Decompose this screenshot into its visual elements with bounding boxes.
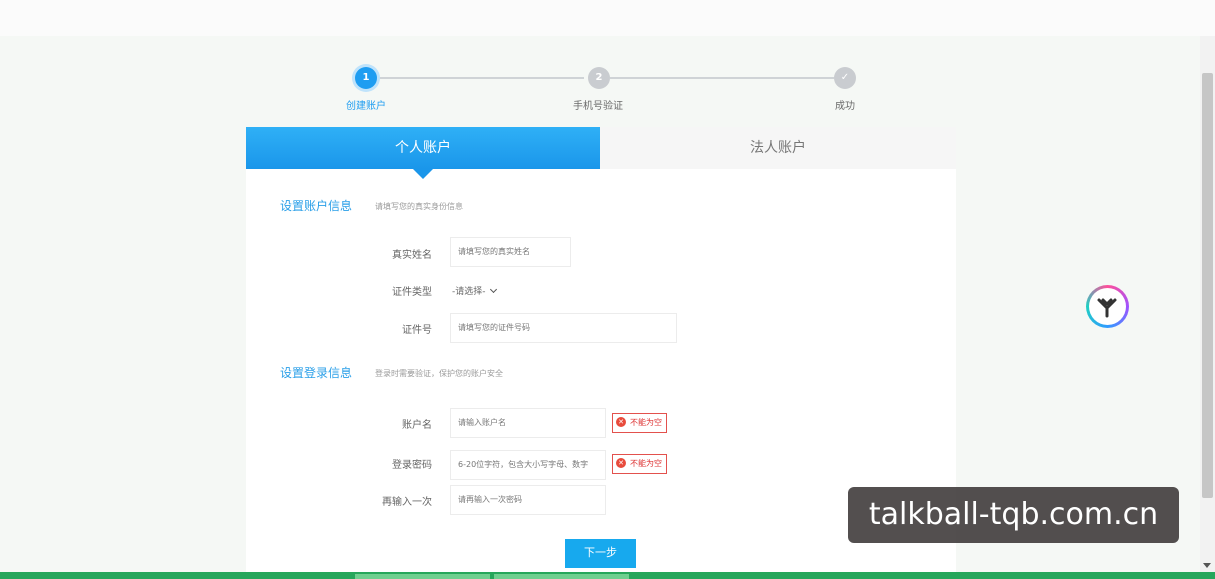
taskbar-item[interactable] bbox=[355, 574, 490, 579]
step-3-check-icon: ✓ bbox=[834, 67, 856, 89]
password-confirm-label: 再输入一次 bbox=[382, 497, 432, 508]
account-name-input[interactable]: 请输入账户名 bbox=[450, 408, 606, 438]
account-name-error-text: 不能为空 bbox=[630, 418, 662, 427]
password-input[interactable]: 6-20位字符，包含大小写字母、数字 bbox=[450, 450, 606, 480]
scroll-down-arrow-icon[interactable] bbox=[1203, 563, 1211, 568]
watermark: talkball-tqb.com.cn bbox=[848, 487, 1179, 543]
step-connector-2 bbox=[610, 77, 834, 79]
id-type-select[interactable]: -请选择- bbox=[452, 284, 497, 297]
next-step-button[interactable]: 下一步 bbox=[565, 539, 636, 568]
chevron-down-icon bbox=[489, 285, 497, 294]
real-name-label: 真实姓名 bbox=[392, 250, 432, 261]
id-type-value: -请选择- bbox=[452, 287, 486, 297]
tab-personal-account[interactable]: 个人账户 bbox=[246, 127, 600, 179]
password-error: ✕ 不能为空 bbox=[612, 454, 667, 474]
taskbar-item[interactable] bbox=[494, 574, 629, 579]
step-1-indicator: 1 bbox=[355, 67, 377, 89]
step-1-label: 创建账户 bbox=[346, 101, 386, 112]
login-info-hint: 登录时需要验证，保护您的账户安全 bbox=[375, 369, 503, 378]
assistant-float-icon[interactable] bbox=[1086, 285, 1129, 328]
account-info-title: 设置账户信息 bbox=[280, 199, 353, 213]
password-label: 登录密码 bbox=[392, 460, 432, 471]
id-number-input[interactable]: 请填写您的证件号码 bbox=[450, 313, 677, 343]
id-number-label: 证件号 bbox=[402, 325, 432, 336]
real-name-input[interactable]: 请填写您的真实姓名 bbox=[450, 237, 571, 267]
account-name-label: 账户名 bbox=[402, 420, 432, 431]
error-icon: ✕ bbox=[616, 416, 626, 427]
login-info-title: 设置登录信息 bbox=[280, 366, 353, 380]
account-name-error: ✕ 不能为空 bbox=[612, 413, 667, 433]
error-icon: ✕ bbox=[616, 457, 626, 468]
step-3-label: 成功 bbox=[835, 101, 855, 112]
id-type-label: 证件类型 bbox=[392, 287, 432, 298]
account-info-hint: 请填写您的真实身份信息 bbox=[375, 202, 463, 211]
step-connector-1 bbox=[376, 77, 584, 79]
step-progress: 1 2 ✓ 创建账户 手机号验证 成功 bbox=[0, 0, 1215, 130]
password-error-text: 不能为空 bbox=[630, 459, 662, 468]
scrollbar-thumb[interactable] bbox=[1202, 73, 1213, 498]
tab-corporate-account[interactable]: 法人账户 bbox=[600, 127, 956, 169]
step-2-label: 手机号验证 bbox=[573, 101, 623, 112]
password-confirm-input[interactable]: 请再输入一次密码 bbox=[450, 485, 606, 515]
step-2-indicator: 2 bbox=[588, 67, 610, 89]
